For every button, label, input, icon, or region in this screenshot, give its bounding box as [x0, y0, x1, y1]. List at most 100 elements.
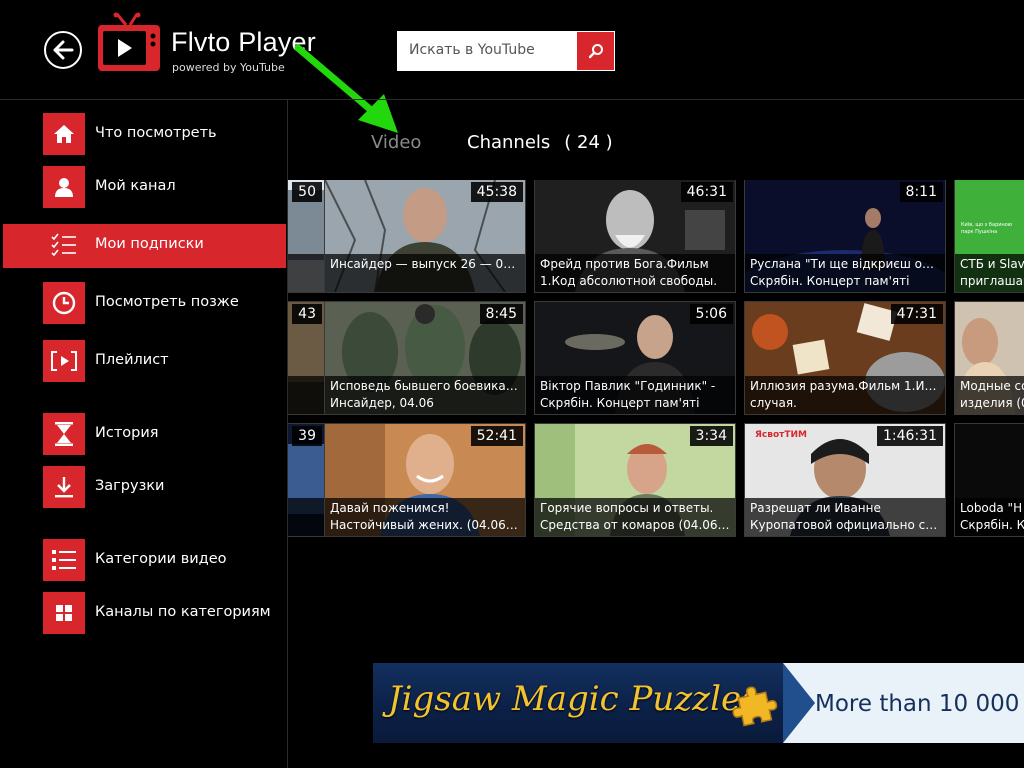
video-tile[interactable]: 47:31 Иллюзия разума.Фильм 1.Игра случая… [744, 301, 946, 415]
video-caption: Модные со изделия (0 [955, 376, 1024, 414]
video-caption: Фрейд против Бога.Фильм 1.Код абсолютной… [535, 254, 735, 292]
sidebar-item-subscriptions[interactable]: Мои подписки [3, 224, 286, 268]
video-duration: 52:41 [470, 426, 523, 446]
grid-icon [43, 592, 85, 634]
search-input[interactable] [397, 31, 576, 69]
video-duration: 45:38 [470, 182, 523, 202]
tab-channels[interactable]: Channels ( 24 ) [467, 132, 613, 153]
video-duration: 8:11 [899, 182, 943, 202]
video-tile[interactable]: Модные со изделия (0 [954, 301, 1024, 415]
video-tile[interactable]: ЯсвотТИМ 1:46:31 Разрешат ли Иванне Куро… [744, 423, 946, 537]
search-icon [588, 44, 603, 59]
video-title-line1: Фрейд против Бога.Фильм [540, 257, 709, 271]
tv-logo-icon [98, 12, 160, 71]
sidebar-item-what-to-watch[interactable]: Что посмотреть [0, 113, 286, 157]
video-tile[interactable]: 39 [288, 423, 325, 537]
tab-video[interactable]: Video [371, 132, 421, 153]
ad-title: Jigsaw Magic Puzzles [388, 679, 759, 719]
tv-channel-logo: ЯсвотТИМ [755, 430, 807, 440]
video-duration: 3:34 [689, 426, 733, 446]
sidebar-item-downloads[interactable]: Загрузки [0, 466, 286, 510]
video-title-line2: случая. [750, 396, 797, 410]
sidebar-item-label: Категории видео [95, 551, 227, 567]
sidebar-item-channels-by-category[interactable]: Каналы по категориям [0, 592, 286, 636]
video-title-line2: Скрябін. Концерт пам'яті [540, 396, 700, 410]
thumbnail-badge-text: Київ, що з бариною парк Пушкіна [961, 222, 1013, 235]
arrow-left-icon [53, 40, 74, 60]
list-icon [43, 539, 85, 581]
video-title-line1: Инсайдер — выпуск 26 — 04.06 [330, 257, 521, 271]
video-caption: Разрешат ли Иванне Куропатовой официальн… [745, 498, 945, 536]
hourglass-icon [43, 413, 85, 455]
video-tile[interactable]: 50 [288, 180, 325, 293]
sidebar-item-history[interactable]: История [0, 413, 286, 457]
puzzle-piece-icon [732, 686, 778, 727]
sidebar-item-label: Плейлист [95, 352, 169, 368]
sidebar-item-watch-later[interactable]: Посмотреть позже [0, 282, 286, 326]
video-title-line2: изделия (0 [960, 396, 1024, 410]
video-tile[interactable]: 8:11 Руслана "Ти ще відкриєш очі" - Скря… [744, 180, 946, 293]
video-title-line2: Куропатовой официально см... [750, 518, 941, 532]
sidebar-item-label: Мои подписки [95, 236, 204, 252]
video-duration: 8:45 [479, 304, 523, 324]
video-caption: РУ [288, 376, 324, 414]
video-caption: Давай поженимся! Настойчивый жених. (04.… [325, 498, 525, 536]
home-icon [43, 113, 85, 155]
clock-icon [43, 282, 85, 324]
video-title-line1: Иллюзия разума.Фильм 1.Игра [750, 379, 941, 393]
video-title-line1: Loboda "Н [960, 501, 1023, 515]
video-tile[interactable]: 3:34 Горячие вопросы и ответы. Средства … [534, 423, 736, 537]
video-duration: 43 [292, 304, 322, 324]
video-duration: 39 [292, 426, 322, 446]
video-title-line1: Давай поженимся! [330, 501, 450, 515]
ad-banner[interactable]: Jigsaw Magic Puzzles More than 10 000 pu [373, 663, 1024, 743]
video-caption: СТБ и Slava приглашан [955, 254, 1024, 292]
video-tile[interactable]: 43 РУ [288, 301, 325, 415]
video-title-line2: Скрябін. К [960, 518, 1024, 532]
video-title-line2: 1.Код абсолютной свободы. [540, 274, 718, 288]
video-tile[interactable]: Київ, що з бариною парк Пушкіна СТБ и Sl… [954, 180, 1024, 293]
video-title-line2: Инсайдер, 04.06 [330, 396, 434, 410]
sidebar-item-video-categories[interactable]: Категории видео [0, 539, 286, 583]
sidebar-item-label: Каналы по категориям [95, 604, 271, 620]
search-button[interactable] [577, 32, 614, 70]
video-tile[interactable]: Loboda "Н Скрябін. К [954, 423, 1024, 537]
video-tile[interactable]: 5:06 Віктор Павлик "Годинник" - Скрябін.… [534, 301, 736, 415]
video-duration: 46:31 [680, 182, 733, 202]
checklist-icon [43, 224, 85, 266]
video-title-line2: Средства от комаров (04.06.2... [540, 518, 731, 532]
video-title-line2: Скрябін. Концерт пам'яті [750, 274, 910, 288]
chevron-right-icon [783, 663, 815, 743]
sidebar-item-label: Мой канал [95, 178, 176, 194]
video-tile[interactable]: 52:41 Давай поженимся! Настойчивый жених… [324, 423, 526, 537]
video-caption: Руслана "Ти ще відкриєш очі" - Скрябін. … [745, 254, 945, 292]
video-caption: Віктор Павлик "Годинник" - Скрябін. Конц… [535, 376, 735, 414]
video-title-line1: Руслана "Ти ще відкриєш очі" - [750, 257, 941, 271]
header-divider [0, 99, 1024, 100]
back-button[interactable] [44, 31, 82, 69]
video-tile[interactable]: 45:38 Инсайдер — выпуск 26 — 04.06 [324, 180, 526, 293]
video-title-line1: Віктор Павлик "Годинник" - [540, 379, 716, 393]
app-subtitle: powered by YouTube [172, 61, 285, 74]
ad-subtitle: More than 10 000 pu [815, 691, 1024, 717]
video-caption: Loboda "Н Скрябін. К [955, 498, 1024, 536]
sidebar-item-my-channel[interactable]: Мой канал [0, 166, 286, 210]
tab-channels-label: Channels [467, 132, 551, 153]
download-icon [43, 466, 85, 508]
video-title-line1: Исповедь бывшего боевика — [330, 379, 521, 393]
video-title-line1: Модные со [960, 379, 1024, 393]
video-title-line2: РУ [288, 378, 320, 395]
video-tile[interactable]: 8:45 Исповедь бывшего боевика — Инсайдер… [324, 301, 526, 415]
video-caption: Горячие вопросы и ответы. Средства от ко… [535, 498, 735, 536]
video-caption: Иллюзия разума.Фильм 1.Игра случая. [745, 376, 945, 414]
video-tile[interactable]: 46:31 Фрейд против Бога.Фильм 1.Код абсо… [534, 180, 736, 293]
video-duration: 50 [292, 182, 322, 202]
video-title-line2: приглашан [960, 274, 1024, 288]
video-duration: 47:31 [890, 304, 943, 324]
sidebar-item-playlist[interactable]: Плейлист [0, 340, 286, 384]
sidebar-item-label: Посмотреть позже [95, 294, 239, 310]
video-duration: 5:06 [689, 304, 733, 324]
channels-count: ( 24 ) [564, 132, 613, 153]
search-box [397, 31, 615, 71]
video-caption [288, 498, 324, 536]
